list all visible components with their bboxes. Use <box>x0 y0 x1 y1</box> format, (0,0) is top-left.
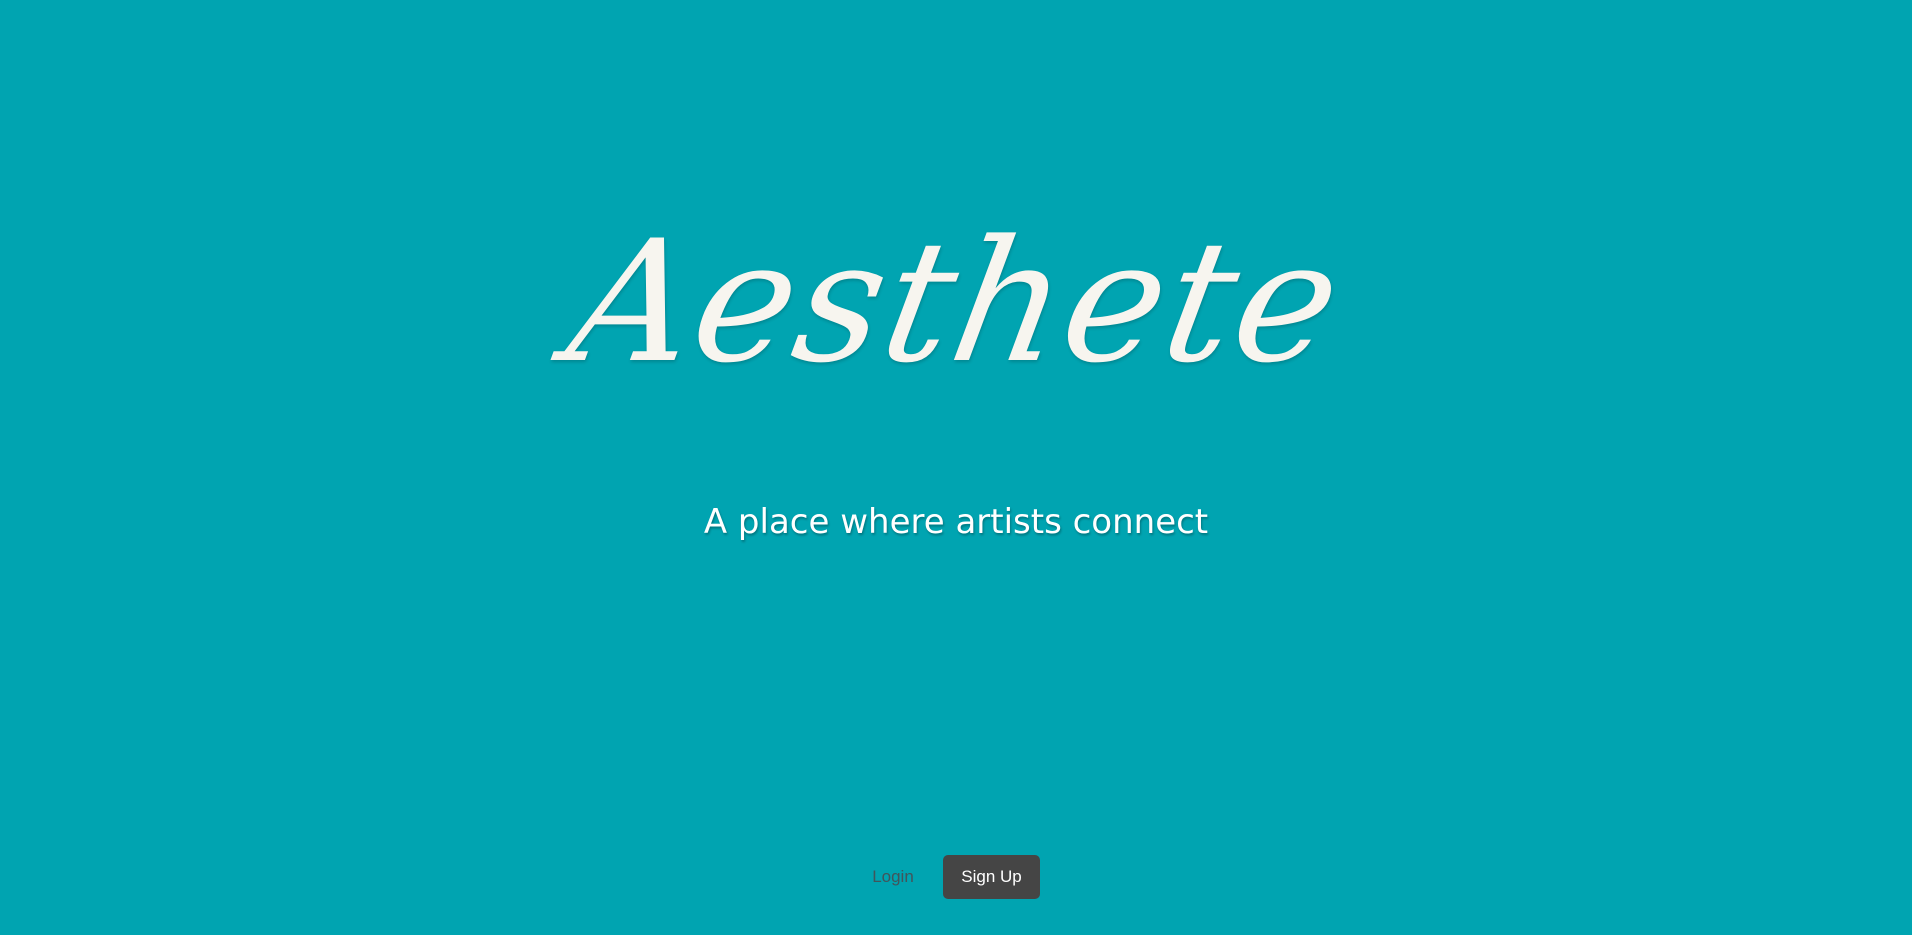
landing-page: Aesthete A place where artists connect L… <box>0 0 1912 935</box>
login-link[interactable]: Login <box>843 855 943 899</box>
auth-actions: Login Sign Up <box>0 855 1912 899</box>
tagline: A place where artists connect <box>703 502 1209 542</box>
sign-up-button[interactable]: Sign Up <box>943 855 1040 899</box>
brand-logo: Aesthete <box>556 204 1356 400</box>
